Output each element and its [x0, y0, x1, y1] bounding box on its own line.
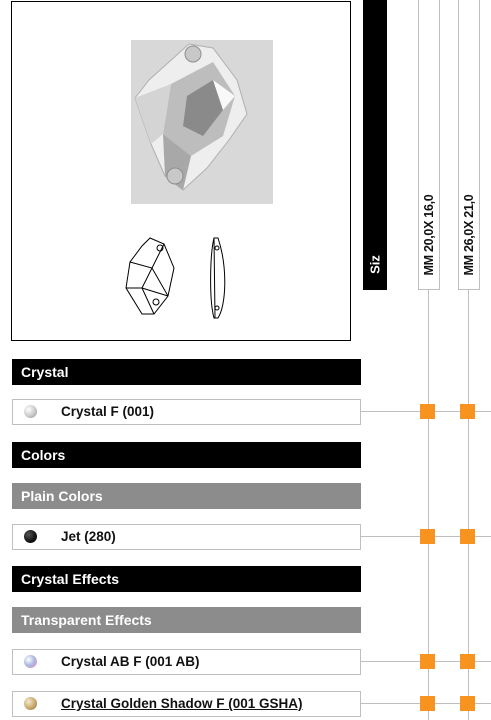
item-label: Crystal AB F (001 AB) — [61, 654, 200, 669]
availability-dot[interactable] — [460, 404, 475, 419]
jet-swatch-icon — [24, 530, 37, 543]
list-item-crystal-golden-shadow[interactable]: Crystal Golden Shadow F (001 GSHA) — [12, 691, 361, 717]
size-column-header: Siz — [363, 0, 387, 290]
technical-drawing — [118, 232, 248, 322]
availability-dot[interactable] — [420, 654, 435, 669]
cosmic-crystal-photo-icon — [134, 43, 248, 191]
availability-dot[interactable] — [460, 654, 475, 669]
cosmic-outline-drawing-icon — [125, 237, 226, 319]
availability-dot[interactable] — [420, 696, 435, 711]
list-item-crystal-f[interactable]: Crystal F (001) — [12, 399, 361, 425]
list-item-jet[interactable]: Jet (280) — [12, 524, 361, 550]
item-label: Crystal F (001) — [61, 404, 155, 419]
size-header-2-label: MM 26,0X 21,0 — [462, 194, 476, 276]
category-crystal-effects: Crystal Effects — [12, 566, 361, 592]
size-header-2[interactable]: MM 26,0X 21,0 — [458, 0, 480, 290]
subcategory-transparent-effects: Transparent Effects — [12, 607, 361, 633]
crystal-swatch-icon — [24, 405, 37, 418]
golden-shadow-swatch-icon — [24, 697, 37, 710]
size-header-1[interactable]: MM 20,0X 16,0 — [418, 0, 440, 290]
crystal-ab-swatch-icon — [24, 655, 37, 668]
item-label: Jet (280) — [61, 529, 116, 544]
product-photo — [131, 40, 273, 204]
availability-dot[interactable] — [460, 529, 475, 544]
list-item-crystal-ab[interactable]: Crystal AB F (001 AB) — [12, 649, 361, 675]
subcategory-plain-colors: Plain Colors — [12, 483, 361, 509]
availability-dot[interactable] — [420, 404, 435, 419]
availability-dot[interactable] — [420, 529, 435, 544]
category-crystal: Crystal — [12, 359, 361, 385]
size-column-title: Siz — [367, 255, 383, 274]
size-header-1-label: MM 20,0X 16,0 — [422, 194, 436, 276]
item-label-link[interactable]: Crystal Golden Shadow F (001 GSHA) — [61, 692, 303, 716]
category-colors: Colors — [12, 442, 361, 468]
availability-dot[interactable] — [460, 696, 475, 711]
